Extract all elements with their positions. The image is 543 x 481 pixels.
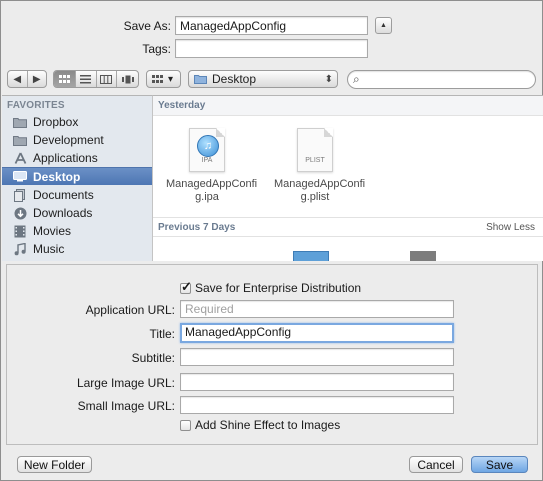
app-url-placeholder: Required [185,302,234,316]
sidebar-item-documents[interactable]: Documents [2,186,152,204]
show-less-link[interactable]: Show Less [486,222,535,233]
file-item-ipa[interactable]: ♫ IPA ManagedAppConfi g.ipa [162,128,258,204]
columns-icon [100,74,113,84]
sidebar-item-movies[interactable]: Movies [2,222,152,240]
cancel-button[interactable]: Cancel [409,456,463,473]
save-button[interactable]: Save [471,456,528,473]
app-url-field[interactable]: Required [180,300,454,318]
location-popup[interactable]: Desktop ⬍ [188,70,338,88]
group-header-label: Yesterday [158,100,206,111]
applications-icon [13,152,27,164]
back-forward-control: ◀ ▶ [7,70,47,88]
icon-view-button[interactable] [54,71,76,87]
enterprise-options-panel: Save for Enterprise Distribution Applica… [6,264,538,445]
search-icon: ⌕ [353,72,360,86]
forward-arrow-icon: ▶ [32,73,41,85]
search-field[interactable]: ⌕ [347,70,536,89]
sidebar-item-label: Movies [33,224,72,238]
save-dialog: Save As: ManagedAppConfig ▲ Tags: ◀ ▶ ▾ … [0,0,543,481]
group-header-label: Previous 7 Days [158,221,236,233]
coverflow-view-button[interactable] [117,71,138,87]
sidebar-item-desktop[interactable]: Desktop [2,167,152,185]
toolbar: ◀ ▶ ▾ Desktop ⬍ ⌕ [1,63,543,95]
partial-file-icon [293,251,329,261]
chevron-down-icon: ▾ [168,73,174,85]
list-icon [80,74,92,83]
file-name: ManagedAppConfi g.plist [274,178,366,203]
music-icon [13,242,27,255]
arrange-popup[interactable]: ▾ [146,70,181,88]
triangle-up-icon: ▲ [380,22,387,29]
sidebar-item-label: Documents [33,188,94,202]
folder-icon [13,134,27,146]
grid-icon [58,74,70,83]
location-label: Desktop [212,72,257,86]
file-type-tag: IPA [201,157,213,164]
file-name: ManagedAppConfi g.ipa [166,178,258,203]
save-as-label: Save As: [123,19,171,33]
sidebar-item-label: Applications [33,151,98,165]
large-image-url-label: Large Image URL: [76,376,175,390]
sidebar: FAVORITES Dropbox Development Applicatio… [2,95,153,261]
desktop-icon [13,171,27,183]
arrange-grid-icon [152,74,163,83]
group-header-yesterday: Yesterday [153,96,543,116]
tags-label: Tags: [142,42,171,56]
tags-field[interactable] [175,39,368,58]
sidebar-item-label: Music [33,242,65,256]
forward-button[interactable]: ▶ [28,71,47,87]
shine-checkbox-row[interactable]: Add Shine Effect to Images [180,418,340,432]
file-type-tag: PLIST [305,157,325,164]
list-view-button[interactable] [76,71,97,87]
title-label: Title: [149,327,175,341]
movies-icon [13,225,27,237]
ipa-file-icon: ♫ IPA [189,128,225,172]
view-mode-control [53,70,139,88]
small-image-url-label: Small Image URL: [77,399,175,413]
favorites-heading: FAVORITES [7,100,65,111]
collapse-button[interactable]: ▲ [375,17,392,34]
sidebar-item-label: Development [33,133,104,147]
new-folder-button[interactable]: New Folder [17,456,92,473]
updown-arrows-icon: ⬍ [324,73,333,85]
file-browser: Yesterday ♫ IPA ManagedAppConfi g.ipa PL… [153,95,543,261]
coverflow-icon [121,75,134,83]
sidebar-item-dropbox[interactable]: Dropbox [2,113,152,131]
subtitle-label: Subtitle: [131,351,175,365]
sidebar-item-label: Desktop [33,169,81,184]
enterprise-checkbox[interactable] [180,279,192,295]
group-header-previous: Previous 7 Days Show Less [153,217,543,237]
app-url-label: Application URL: [85,303,175,317]
sidebar-item-label: Dropbox [33,115,79,129]
save-as-field[interactable]: ManagedAppConfig [175,16,368,35]
sidebar-item-music[interactable]: Music [2,240,152,258]
title-field[interactable]: ManagedAppConfig [180,323,454,343]
large-image-url-field[interactable] [180,373,454,391]
small-image-url-field[interactable] [180,396,454,414]
folder-icon [13,116,27,128]
enterprise-checkbox-row[interactable]: Save for Enterprise Distribution [180,279,362,295]
partial-file-icon [410,251,436,261]
back-button[interactable]: ◀ [8,71,28,87]
shine-label: Add Shine Effect to Images [195,418,341,432]
back-arrow-icon: ◀ [13,73,22,85]
shine-checkbox[interactable] [180,419,191,431]
column-view-button[interactable] [97,71,118,87]
folder-icon [194,75,207,84]
documents-icon [13,188,27,202]
sidebar-item-development[interactable]: Development [2,131,152,149]
file-item-plist[interactable]: PLIST ManagedAppConfi g.plist [270,128,366,204]
subtitle-field[interactable] [180,348,454,366]
sidebar-item-label: Downloads [33,206,93,220]
sidebar-item-downloads[interactable]: Downloads [2,204,152,222]
sidebar-item-applications[interactable]: Applications [2,149,152,167]
plist-file-icon: PLIST [297,128,333,172]
downloads-icon [13,207,27,219]
enterprise-label: Save for Enterprise Distribution [195,281,362,295]
